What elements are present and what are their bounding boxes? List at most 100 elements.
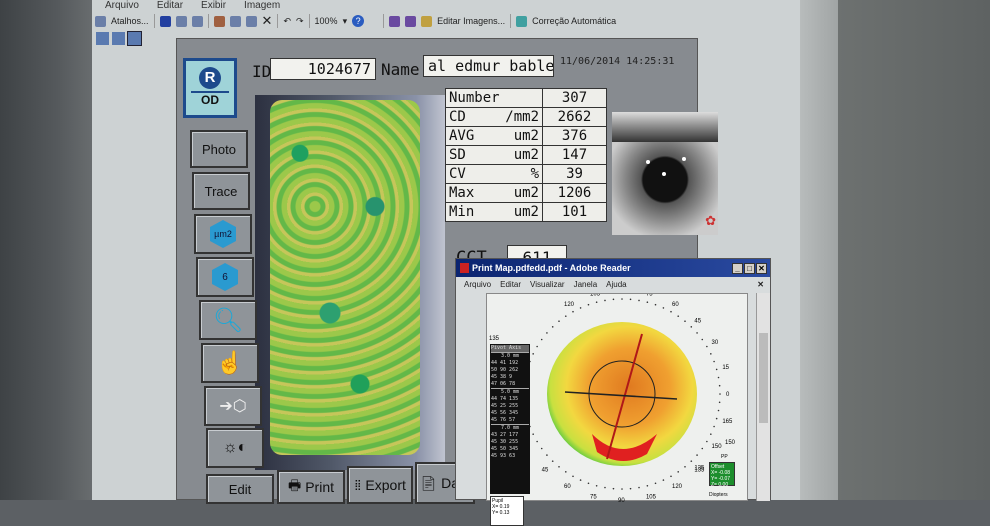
pupil-box: Pupil X= 0.19 Y= 0.13 <box>490 496 524 526</box>
angle-tick <box>690 460 693 462</box>
angle-label: 135 <box>694 468 705 474</box>
maximize-button[interactable]: □ <box>744 262 755 274</box>
angle-tick <box>572 475 574 478</box>
table-line: 3.0 mm <box>491 352 529 360</box>
select-cell-button[interactable]: ➔⬡ <box>204 386 262 426</box>
minimize-button[interactable]: _ <box>732 262 743 274</box>
eye-code: R <box>199 67 221 89</box>
save-icon[interactable] <box>159 15 171 27</box>
printer-icon: 🖶 <box>287 477 302 493</box>
angle-tick <box>564 471 567 473</box>
angle-tick <box>646 484 649 487</box>
thumbnail-view-icon[interactable] <box>96 32 109 45</box>
angle-tick <box>558 465 560 468</box>
angle-tick <box>684 465 686 468</box>
print-preview-icon[interactable] <box>191 15 203 27</box>
angle-tick <box>532 353 534 355</box>
menu-imagem[interactable]: Imagem <box>244 0 280 12</box>
pan-button[interactable]: ☝ <box>201 343 259 383</box>
reader-menu-bar: Arquivo Editar Visualizar Janela Ajuda ✕ <box>456 277 770 291</box>
stats-row: AVG um2 376 <box>445 126 607 146</box>
eye-badge: R OD <box>183 58 237 118</box>
hand-icon: ☝ <box>216 350 244 375</box>
angle-tick <box>717 409 720 412</box>
angle-tick <box>564 315 567 317</box>
cell-overlay <box>270 100 420 455</box>
reader-menu-janela[interactable]: Janela <box>574 280 598 289</box>
angle-tick <box>587 303 590 306</box>
reader-menu-arquivo[interactable]: Arquivo <box>464 280 491 289</box>
angle-label: 15 <box>722 365 729 371</box>
cut-icon[interactable] <box>213 15 225 27</box>
reader-menu-ajuda[interactable]: Ajuda <box>606 280 626 289</box>
angle-label: 135 <box>489 336 500 342</box>
curvature-color-map <box>547 322 697 466</box>
stat-label: Min um2 <box>445 202 543 222</box>
table-line: Pivot Axis <box>491 345 529 352</box>
angle-tick <box>621 298 623 300</box>
shortcuts-button[interactable]: Atalhos... <box>111 16 149 26</box>
copy-icon[interactable] <box>229 15 241 27</box>
auto-correct-button[interactable]: Correção Automática <box>532 16 616 26</box>
help-icon[interactable]: ? <box>352 15 365 27</box>
rotate-left-icon[interactable] <box>389 15 401 27</box>
print-button[interactable]: 🖶 Print <box>277 470 345 504</box>
chevron-down-icon[interactable]: ▾ <box>343 16 348 27</box>
redo-icon[interactable]: ↷ <box>296 16 304 27</box>
angle-tick <box>715 368 718 371</box>
angle-label: 105 <box>590 294 601 298</box>
close-document-icon[interactable]: ✕ <box>757 280 770 289</box>
reader-menu-visualizar[interactable]: Visualizar <box>530 280 565 289</box>
hexagon-area-icon: µm2 <box>210 220 236 248</box>
export-button[interactable]: ⣿ Export <box>347 466 413 504</box>
target-icon[interactable]: ✿ <box>705 213 716 229</box>
edit-images-button[interactable]: Editar Imagens... <box>437 16 505 26</box>
id-field[interactable]: 1024677 <box>270 58 376 80</box>
count-button[interactable]: 6 <box>196 257 254 297</box>
menu-arquivo[interactable]: Arquivo <box>105 0 139 12</box>
endothelium-image[interactable] <box>255 95 445 470</box>
table-line: 44 41 192 <box>491 360 519 366</box>
delete-icon[interactable]: ✕ <box>262 13 273 29</box>
angle-tick <box>638 299 640 302</box>
angle-tick <box>612 298 615 301</box>
angle-label: 75 <box>646 294 653 298</box>
angle-tick <box>662 307 665 309</box>
print-icon[interactable] <box>175 15 187 27</box>
table-line: 45 76 57 <box>491 417 516 423</box>
photo-button[interactable]: Photo <box>190 130 248 168</box>
paste-icon[interactable] <box>245 15 257 27</box>
eye-label: OD <box>191 91 229 107</box>
zoom-select[interactable]: 100% <box>315 16 338 26</box>
background-wall <box>838 0 990 500</box>
undo-icon[interactable]: ↶ <box>283 16 291 27</box>
reader-menu-editar[interactable]: Editar <box>500 280 521 289</box>
stats-row: CD/mm2 2662 <box>445 107 607 127</box>
angle-tick <box>546 454 548 456</box>
menu-editar[interactable]: Editar <box>157 0 183 12</box>
angle-tick <box>587 482 590 485</box>
name-field[interactable]: al edmur babler <box>423 55 554 77</box>
angle-label: 165 <box>722 419 733 425</box>
single-view-icon[interactable] <box>127 31 142 46</box>
zoom-button[interactable]: 🔍︎ <box>199 300 257 340</box>
stat-value: 101 <box>542 202 607 222</box>
angle-label: 45 <box>694 318 701 324</box>
menu-exibir[interactable]: Exibir <box>201 0 226 12</box>
brightness-contrast-icon: ☼◐ <box>222 439 248 456</box>
area-button[interactable]: µm2 <box>194 214 252 254</box>
angle-tick <box>558 320 560 323</box>
reader-scrollbar[interactable] <box>756 293 770 501</box>
reader-title-bar[interactable]: Print Map.pdfedd.pdf - Adobe Reader _ □ … <box>456 259 770 277</box>
filmstrip-view-icon[interactable] <box>112 32 125 45</box>
angle-tick <box>579 307 582 309</box>
trace-button[interactable]: Trace <box>192 172 250 210</box>
stat-value: 376 <box>542 126 607 146</box>
trace-label: Trace <box>204 183 238 199</box>
export-icon: ⣿ <box>354 479 362 491</box>
brightness-contrast-button[interactable]: ☼◐ <box>206 428 264 468</box>
rotate-right-icon[interactable] <box>405 15 417 27</box>
magnifier-icon: 🔍︎ <box>212 306 244 334</box>
data-icon: 📄︎ <box>419 474 438 491</box>
close-button[interactable]: ✕ <box>756 262 767 274</box>
